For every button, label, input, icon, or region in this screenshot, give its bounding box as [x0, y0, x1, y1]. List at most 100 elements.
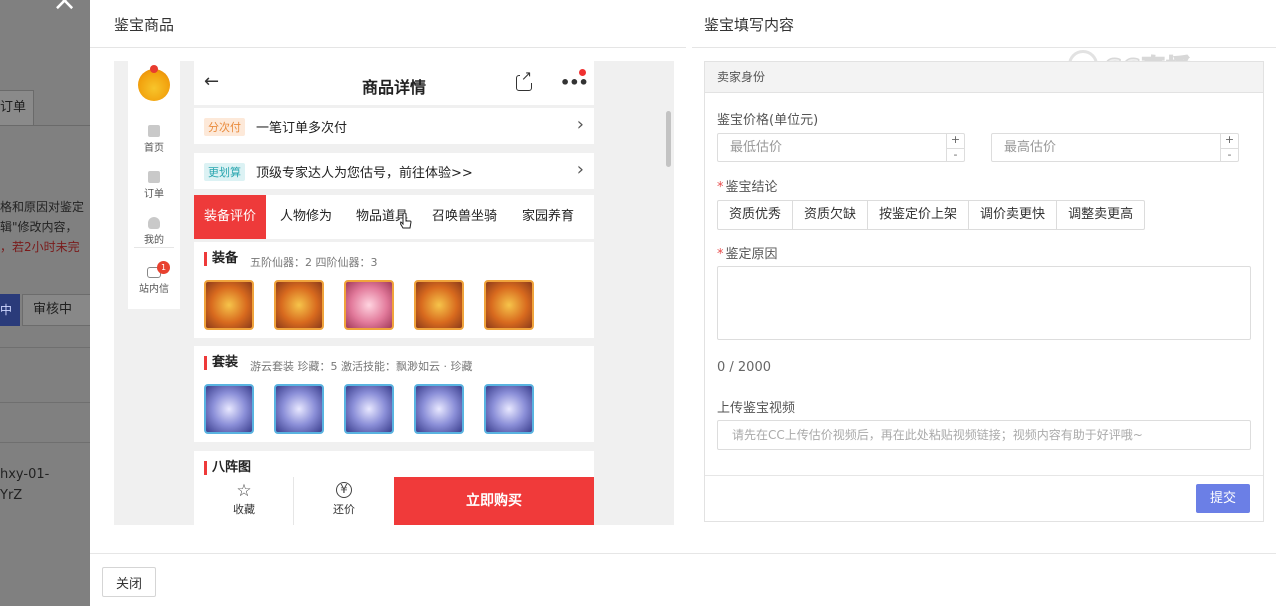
increment-button[interactable]: +	[947, 134, 964, 147]
appraisal-form: 卖家身份 鉴宝价格(单位元) 最低估价 + - 最高估价 + - * 鉴宝结论 资…	[704, 61, 1264, 522]
required-mark: *	[717, 180, 724, 195]
preview-scrollbar[interactable]	[666, 111, 671, 167]
notification-dot	[579, 69, 586, 76]
appraise-row[interactable]: 更划算 顶级专家达人为您估号，前往体验>> ›	[194, 153, 594, 189]
bg-filter-active: 中	[0, 294, 20, 326]
section-title: 套装	[204, 356, 238, 370]
phone-screen: ← 商品详情 ••• 分次付 一笔订单多次付 › 更划算 顶级专家达人为您估号，…	[194, 61, 594, 525]
phone-title: 商品详情	[361, 78, 426, 97]
conclusion-option[interactable]: 调整卖更高	[1057, 201, 1144, 229]
installment-row[interactable]: 分次付 一笔订单多次付 ›	[194, 108, 594, 144]
bg-warning-text: ，若2小时未完	[0, 240, 80, 254]
equipment-item[interactable]	[484, 280, 534, 330]
required-mark: *	[717, 247, 724, 262]
star-icon: ☆	[236, 481, 252, 501]
conclusion-option[interactable]: 资质优秀	[718, 201, 794, 229]
min-price-stepper: + -	[946, 134, 964, 161]
bg-divider	[0, 442, 90, 443]
footer-divider	[90, 553, 1276, 554]
side-nav-messages[interactable]: 站内信	[128, 267, 180, 295]
user-icon	[148, 217, 160, 229]
section-meta: 游云套装 珍藏：5 激活技能：飘渺如云 · 珍藏	[250, 360, 473, 373]
side-nav: 首页 订单 我的 站内信 1	[128, 61, 180, 309]
suit-item[interactable]	[484, 384, 534, 434]
section-title: 装备	[204, 252, 238, 266]
tab-equipment[interactable]: 装备评价	[194, 195, 267, 239]
section-title: 八阵图	[204, 461, 251, 475]
bg-tab-orders: 订单	[0, 90, 34, 126]
installment-tag: 分次付	[204, 118, 245, 136]
decrement-button[interactable]: -	[1221, 148, 1238, 161]
buy-now-button[interactable]: 立即购买	[394, 477, 594, 525]
installment-text: 一笔订单多次付	[256, 121, 348, 136]
bg-filter-reviewing: 审核中	[22, 294, 90, 326]
min-price-input[interactable]: 最低估价 + -	[717, 133, 965, 162]
suit-item[interactable]	[414, 384, 464, 434]
order-icon	[148, 171, 160, 183]
bg-divider	[0, 347, 90, 348]
equipment-item[interactable]	[414, 280, 464, 330]
side-nav-divider	[134, 247, 174, 248]
bg-order-code: YrZ	[0, 488, 23, 503]
conclusion-option[interactable]: 资质欠缺	[793, 201, 869, 229]
share-icon[interactable]	[516, 70, 533, 91]
app-logo-icon	[138, 65, 170, 101]
reason-textarea[interactable]	[717, 266, 1251, 340]
equipment-section: 装备 五阶仙器：2 四阶仙器：3	[194, 242, 594, 338]
bg-text: 格和原因对鉴定	[0, 200, 85, 214]
reason-label: * 鉴定原因	[717, 247, 778, 262]
hand-cursor-icon	[400, 213, 412, 229]
increment-button[interactable]: +	[1221, 134, 1238, 147]
detail-tabs: 装备评价 人物修为 物品道具 召唤兽坐骑 家园养育	[194, 195, 594, 239]
conclusion-label: * 鉴宝结论	[717, 180, 778, 195]
home-icon	[148, 125, 160, 137]
suit-section: 套装 游云套装 珍藏：5 激活技能：飘渺如云 · 珍藏	[194, 346, 594, 442]
suit-item[interactable]	[344, 384, 394, 434]
price-label: 鉴宝价格(单位元)	[717, 113, 819, 128]
left-panel-title: 鉴宝商品	[114, 16, 175, 34]
form-divider	[705, 475, 1263, 476]
decrement-button[interactable]: -	[947, 148, 964, 161]
equipment-item[interactable]	[204, 280, 254, 330]
yen-icon: ¥	[336, 482, 352, 498]
tab-home[interactable]: 家园养育	[522, 195, 574, 239]
buy-bar: ☆ 收藏 ¥ 还价 立即购买	[194, 477, 594, 525]
appraise-text: 顶级专家达人为您估号，前往体验>>	[256, 166, 473, 181]
message-badge: 1	[157, 261, 170, 274]
close-icon[interactable]: ×	[52, 0, 77, 16]
form-header: 卖家身份	[705, 62, 1263, 93]
bg-tab-divider	[34, 125, 90, 126]
tab-character[interactable]: 人物修为	[280, 195, 332, 239]
equipment-item[interactable]	[274, 280, 324, 330]
equipment-item[interactable]	[344, 280, 394, 330]
conclusion-options: 资质优秀 资质欠缺 按鉴定价上架 调价卖更快 调整卖更高	[717, 200, 1146, 230]
tab-pets[interactable]: 召唤兽坐骑	[432, 195, 497, 239]
chevron-right-icon: ›	[576, 114, 584, 135]
suit-item[interactable]	[274, 384, 324, 434]
right-panel-title: 鉴宝填写内容	[704, 16, 795, 34]
phone-header: ← 商品详情 •••	[194, 61, 594, 105]
bg-text: 辑"修改内容，	[0, 220, 78, 234]
video-label: 上传鉴宝视频	[717, 401, 796, 416]
max-price-input[interactable]: 最高估价 + -	[991, 133, 1239, 162]
bg-order-code: hxy-01-	[0, 467, 50, 482]
close-button[interactable]: 关闭	[102, 567, 156, 597]
chevron-right-icon: ›	[576, 159, 584, 180]
title-divider	[90, 47, 686, 48]
side-nav-home[interactable]: 首页	[128, 125, 180, 154]
appraise-tag: 更划算	[204, 163, 245, 181]
side-nav-orders[interactable]: 订单	[128, 171, 180, 200]
section-meta: 五阶仙器：2 四阶仙器：3	[250, 256, 378, 269]
conclusion-option[interactable]: 按鉴定价上架	[868, 201, 970, 229]
char-counter: 0 / 2000	[717, 360, 771, 375]
product-preview: 首页 订单 我的 站内信 1 ← 商品详情 •••	[114, 61, 674, 525]
favorite-button[interactable]: ☆ 收藏	[194, 481, 294, 517]
background-page: × 订单 格和原因对鉴定 辑"修改内容， ，若2小时未完 中 审核中 hxy-0…	[0, 0, 90, 606]
conclusion-option[interactable]: 调价卖更快	[969, 201, 1058, 229]
max-price-stepper: + -	[1220, 134, 1238, 161]
side-nav-mine[interactable]: 我的	[128, 217, 180, 246]
submit-button[interactable]: 提交	[1196, 484, 1250, 513]
bargain-button[interactable]: ¥ 还价	[294, 481, 394, 517]
suit-item[interactable]	[204, 384, 254, 434]
video-link-input[interactable]: 请先在CC上传估价视频后，再在此处粘贴视频链接；视频内容有助于好评哦~	[717, 420, 1251, 450]
